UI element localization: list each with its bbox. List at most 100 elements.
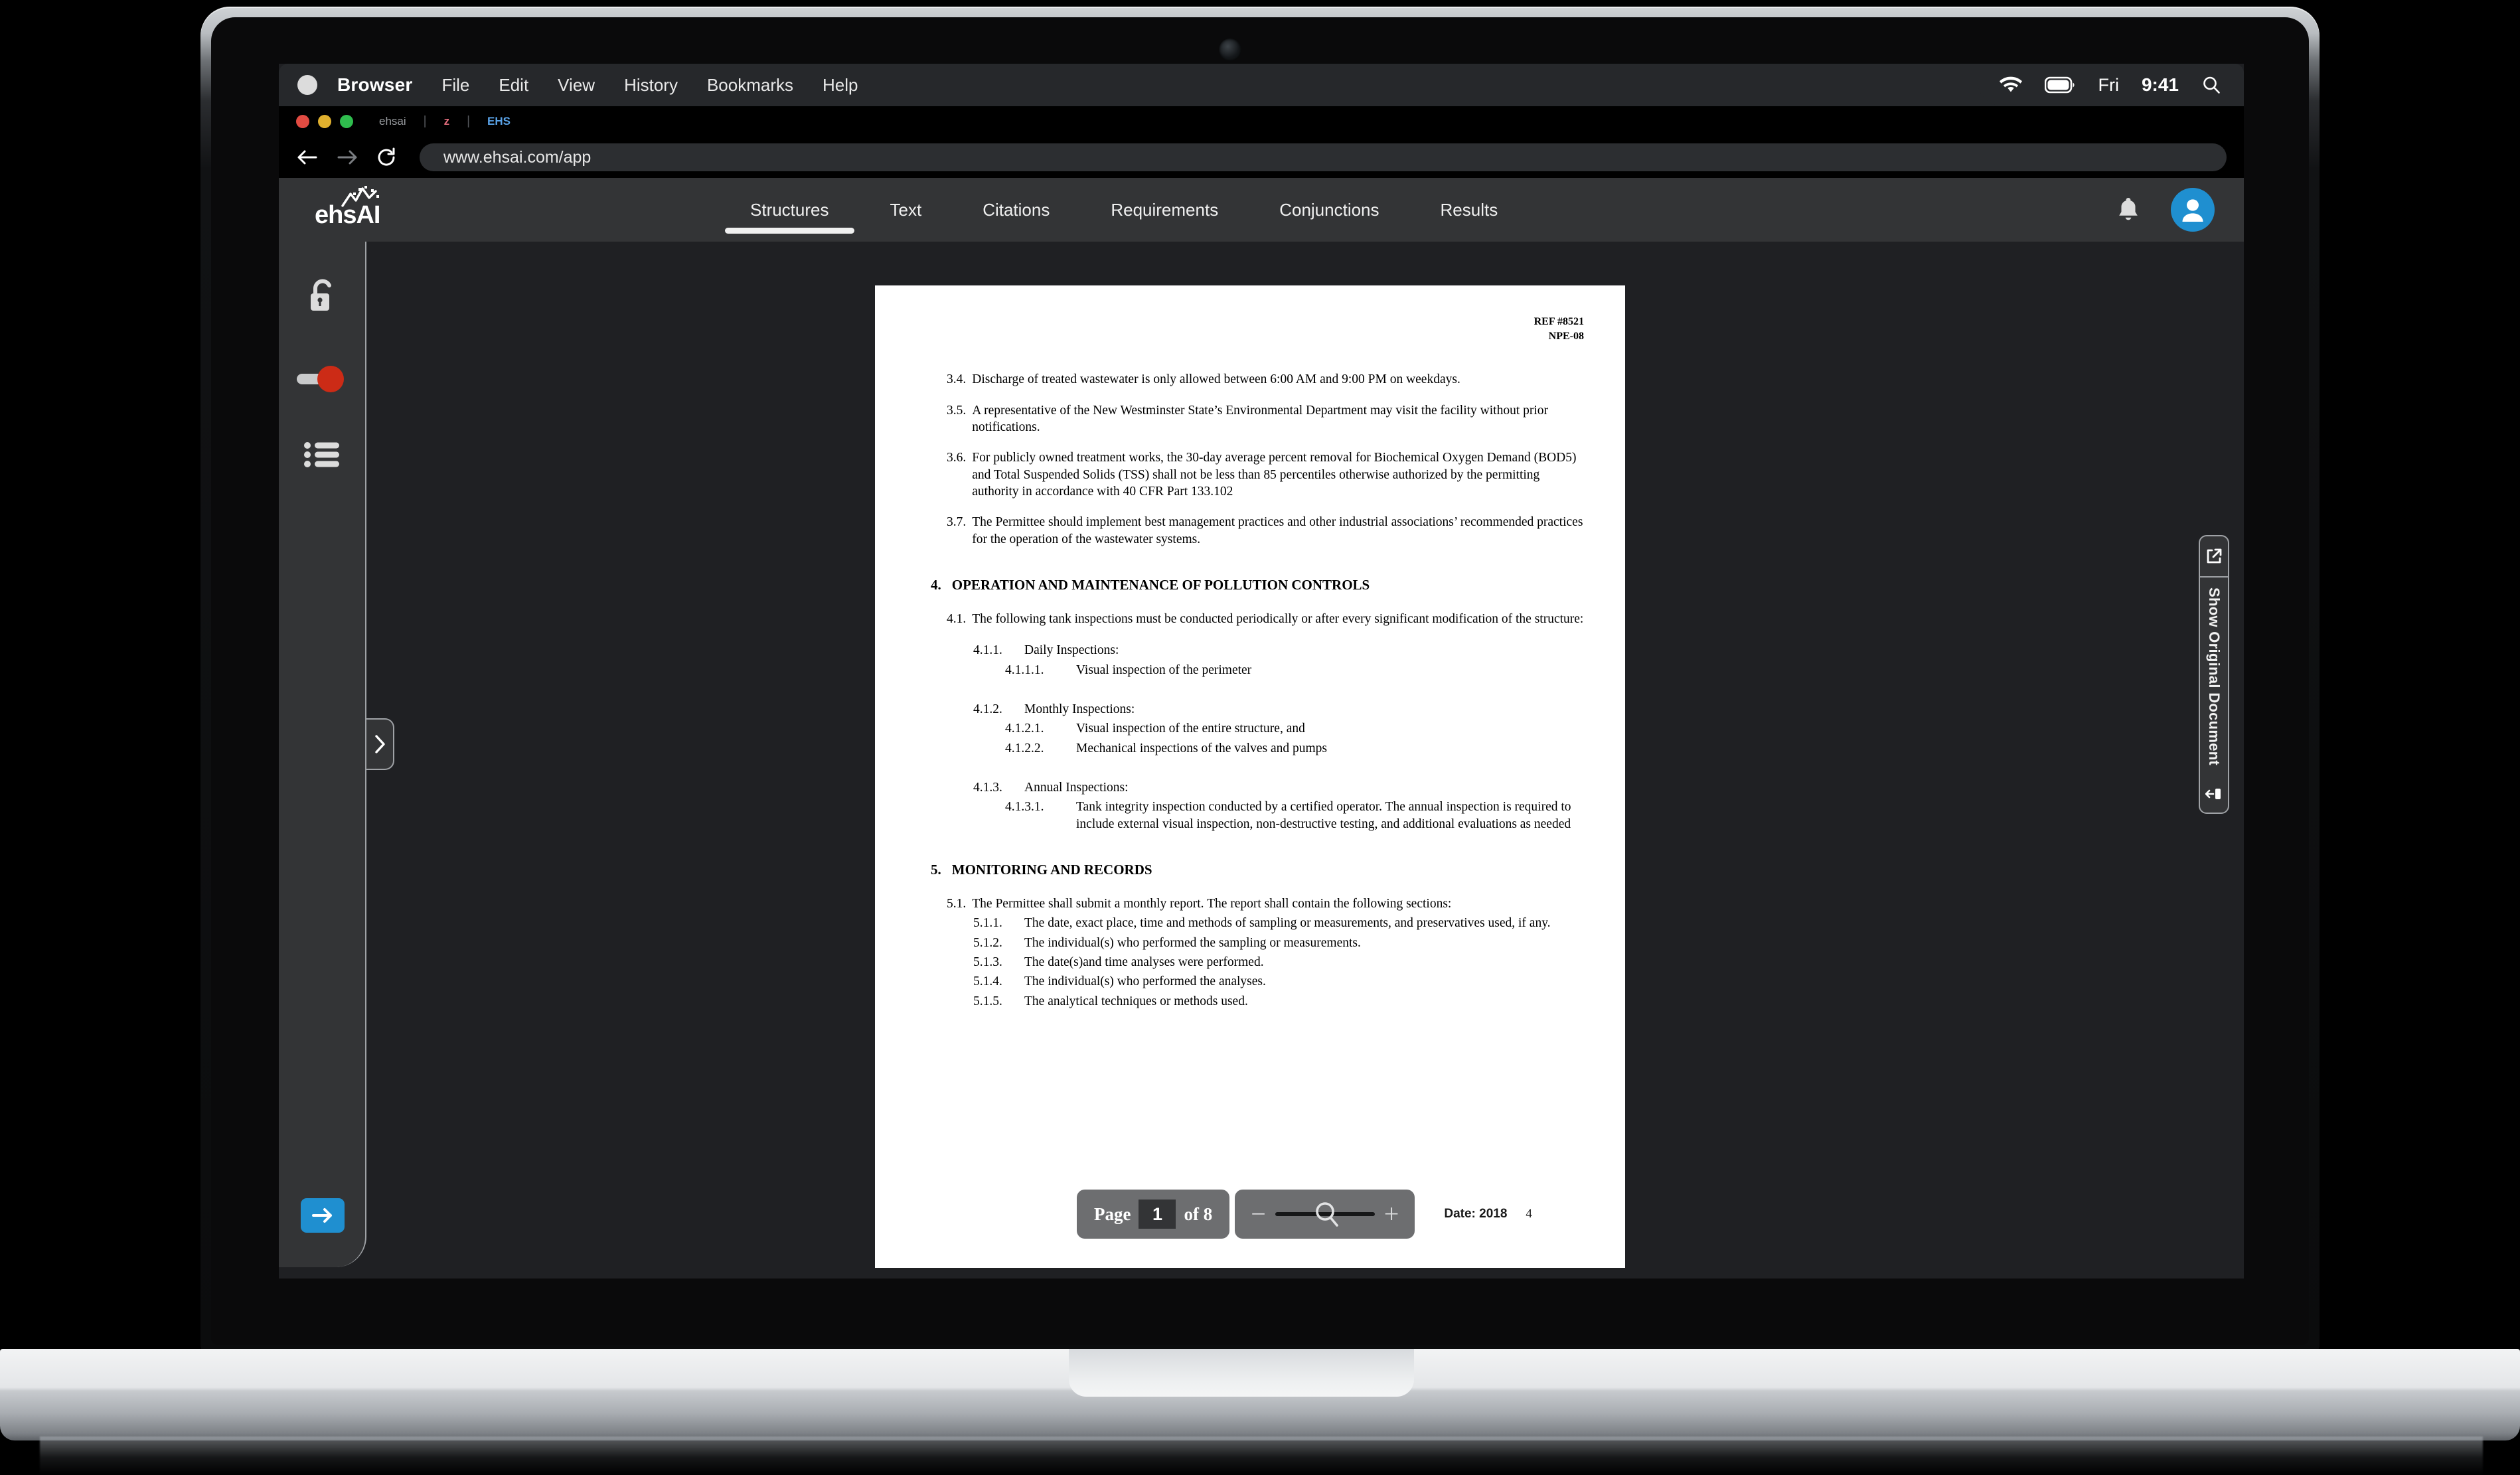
tab-structures[interactable]: Structures xyxy=(720,178,860,242)
app-logo[interactable]: ehsAI xyxy=(315,186,434,231)
window-minimize-button[interactable] xyxy=(318,115,331,128)
back-icon[interactable] xyxy=(296,147,319,167)
clause-number: 5.1.2. xyxy=(973,935,1002,950)
menu-bookmarks[interactable]: Bookmarks xyxy=(707,75,793,96)
tab-text[interactable]: Text xyxy=(860,178,953,242)
menu-history[interactable]: History xyxy=(624,75,678,96)
page-label: Page xyxy=(1094,1203,1131,1224)
clause-5-1-1: 5.1.1. The date, exact place, time and m… xyxy=(916,915,1584,931)
clause-3-4: 3.4. Discharge of treated wastewater is … xyxy=(916,371,1584,388)
clause-text: Annual Inspections: xyxy=(1024,781,1129,795)
zoom-out-button[interactable]: − xyxy=(1251,1201,1266,1227)
clause-3-7: 3.7. The Permittee should implement best… xyxy=(916,514,1584,548)
menu-help[interactable]: Help xyxy=(823,75,858,96)
menubar-app-title[interactable]: Browser xyxy=(337,74,412,96)
document-date: Date: 2018 xyxy=(1444,1207,1508,1221)
zoom-in-button[interactable]: + xyxy=(1384,1201,1399,1227)
apple-menu-icon[interactable] xyxy=(297,75,317,95)
browser-tab-z[interactable]: z xyxy=(444,115,450,128)
webcam xyxy=(1219,39,1241,61)
tab-results-label: Results xyxy=(1440,199,1498,220)
workspace: REF #8521 NPE-08 3.4. Discharge of treat… xyxy=(279,242,2244,1279)
tab-conjunctions[interactable]: Conjunctions xyxy=(1249,178,1409,242)
clause-number: 3.5. xyxy=(947,403,967,418)
clause-number: 3.7. xyxy=(947,515,967,530)
menu-view[interactable]: View xyxy=(558,75,595,96)
sidebar-expand-handle[interactable] xyxy=(366,718,394,770)
page-navigator: Page 1 of 8 xyxy=(1077,1190,1230,1239)
section-number: 4. xyxy=(931,576,941,593)
clause-4-1-3: 4.1.3. Annual Inspections: xyxy=(916,779,1584,796)
tab-citations[interactable]: Citations xyxy=(952,178,1080,242)
bell-icon[interactable] xyxy=(2115,196,2142,224)
collapse-panel-icon[interactable] xyxy=(2205,775,2223,813)
reload-icon[interactable] xyxy=(376,147,397,168)
tab-results[interactable]: Results xyxy=(1410,178,1529,242)
clause-text: Visual inspection of the entire structur… xyxy=(1076,722,1305,736)
tab-structures-label: Structures xyxy=(750,199,829,220)
section-number: 5. xyxy=(931,862,941,878)
list-icon[interactable] xyxy=(279,441,365,469)
document-ref-line2: NPE-08 xyxy=(1548,330,1584,342)
clause-number: 5.1.3. xyxy=(973,955,1002,970)
menubar-status-area: Fri 9:41 xyxy=(1977,64,2244,106)
clause-4-1-3-1: 4.1.3.1. Tank integrity inspection condu… xyxy=(916,799,1584,832)
clause-text: The individual(s) who performed the samp… xyxy=(1024,935,1361,950)
clause-text: The date(s)and time analyses were perfor… xyxy=(1024,955,1264,970)
document-ref-line1: REF #8521 xyxy=(1534,316,1584,327)
forward-icon[interactable] xyxy=(336,147,358,167)
clause-text: The Permittee shall submit a monthly rep… xyxy=(972,897,1452,911)
page-total-label: of 8 xyxy=(1184,1203,1213,1224)
clause-number: 4.1.1.1. xyxy=(1005,662,1044,677)
clause-number: 5.1.4. xyxy=(973,974,1002,989)
clause-4-1-1: 4.1.1. Daily Inspections: xyxy=(916,642,1584,659)
address-bar[interactable]: www.ehsai.com/app xyxy=(420,143,2227,171)
clause-4-1-2-2: 4.1.2.2. Mechanical inspections of the v… xyxy=(916,740,1584,757)
show-original-document-label: Show Original Document xyxy=(2206,587,2223,766)
clause-5-1-4: 5.1.4. The individual(s) who performed t… xyxy=(916,973,1584,990)
external-link-icon[interactable] xyxy=(2200,536,2228,578)
clause-number: 4.1.3.1. xyxy=(1005,800,1044,815)
page-input[interactable]: 1 xyxy=(1139,1200,1176,1229)
zoom-slider[interactable] xyxy=(1275,1202,1375,1227)
magnifier-icon[interactable] xyxy=(1314,1201,1340,1229)
clause-5-1: 5.1. The Permittee shall submit a monthl… xyxy=(916,895,1584,912)
toggle-switch[interactable] xyxy=(279,365,365,393)
section-title: MONITORING AND RECORDS xyxy=(951,862,1152,878)
tab-conjunctions-label: Conjunctions xyxy=(1279,199,1379,220)
clause-4-1-2: 4.1.2. Monthly Inspections: xyxy=(916,701,1584,718)
clause-number: 5.1. xyxy=(947,897,967,911)
laptop-base-notch xyxy=(1069,1349,1414,1397)
show-original-document-panel[interactable]: Show Original Document xyxy=(2199,535,2229,814)
unlock-icon[interactable] xyxy=(279,276,365,319)
clause-text: Tank integrity inspection conducted by a… xyxy=(1076,800,1571,831)
tab-requirements-label: Requirements xyxy=(1111,199,1219,220)
user-avatar-icon[interactable] xyxy=(2171,188,2215,232)
menu-file[interactable]: File xyxy=(441,75,469,96)
clause-text: The Permittee should implement best mana… xyxy=(972,515,1583,546)
tab-requirements[interactable]: Requirements xyxy=(1080,178,1249,242)
clause-number: 5.1.1. xyxy=(973,916,1002,931)
battery-icon[interactable] xyxy=(2045,76,2075,94)
document-viewer-controls: Page 1 of 8 − + Date: 2018 4 xyxy=(1077,1190,1532,1239)
clause-text: Visual inspection of the perimeter xyxy=(1076,662,1252,677)
tab-citations-label: Citations xyxy=(983,199,1050,220)
zoom-controls: − + xyxy=(1235,1190,1415,1239)
clause-5-1-5: 5.1.5. The analytical techniques or meth… xyxy=(916,993,1584,1010)
menu-edit[interactable]: Edit xyxy=(499,75,528,96)
tab-active-indicator xyxy=(725,228,854,234)
clause-text: A representative of the New Westminster … xyxy=(972,403,1549,434)
window-maximize-button[interactable] xyxy=(340,115,353,128)
window-close-button[interactable] xyxy=(296,115,309,128)
wifi-icon[interactable] xyxy=(2000,76,2023,94)
clause-text: Daily Inspections: xyxy=(1024,643,1119,658)
browser-tab-ehs[interactable]: EHS xyxy=(487,115,511,128)
search-icon[interactable] xyxy=(2201,75,2221,95)
tab-text-label: Text xyxy=(890,199,922,220)
next-arrow-button[interactable] xyxy=(301,1198,345,1233)
clause-number: 4.1.1. xyxy=(973,643,1002,658)
browser-toolbar: www.ehsai.com/app xyxy=(279,137,2244,178)
browser-tab-ehsai[interactable]: ehsai xyxy=(379,115,406,128)
clause-text: The following tank inspections must be c… xyxy=(972,611,1584,626)
section-4-heading: 4. OPERATION AND MAINTENANCE OF POLLUTIO… xyxy=(916,577,1584,593)
